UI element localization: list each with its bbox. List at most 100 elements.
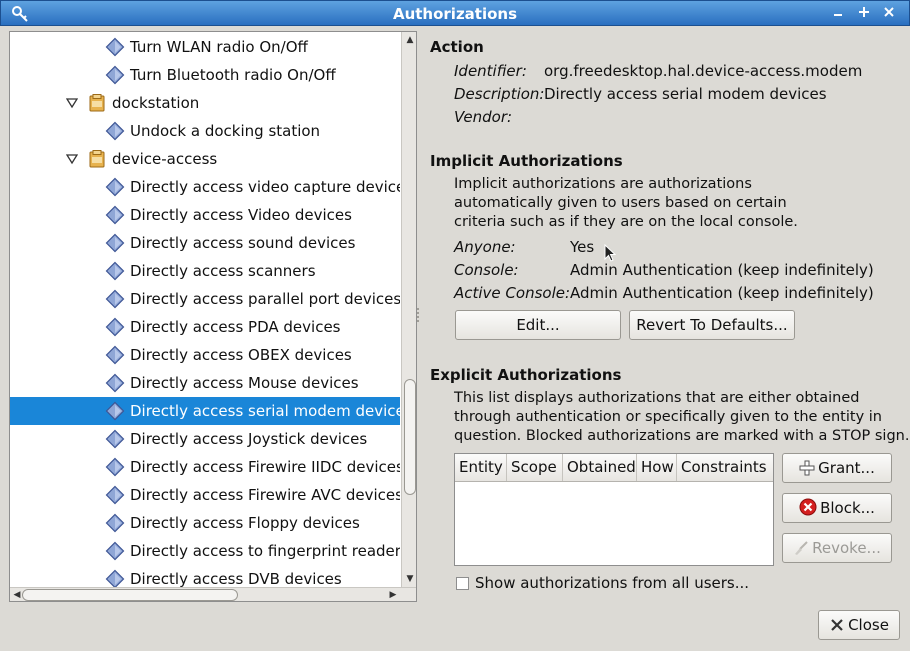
column-constraints[interactable]: Constraints xyxy=(677,454,773,481)
folder-icon xyxy=(89,94,105,112)
tree-action-row[interactable]: Directly access Mouse devices xyxy=(10,369,400,397)
explicit-heading: Explicit Authorizations xyxy=(430,366,622,384)
action-diamond-icon xyxy=(105,65,125,85)
block-button[interactable]: Block... xyxy=(782,493,892,523)
tree-action-row[interactable]: Directly access Firewire AVC devices xyxy=(10,481,400,509)
tree-action-row[interactable]: Directly access to fingerprint reader de… xyxy=(10,537,400,565)
tree-row-label: Directly access video capture devices xyxy=(130,178,400,196)
edit-button[interactable]: Edit... xyxy=(455,310,621,340)
tree-action-row[interactable]: Directly access video capture devices xyxy=(10,173,400,201)
active-console-value: Admin Authentication (keep indefinitely) xyxy=(570,284,874,302)
tree-row-label: Directly access Joystick devices xyxy=(130,430,368,448)
action-diamond-icon xyxy=(105,485,125,505)
action-diamond-icon xyxy=(105,373,125,393)
column-scope[interactable]: Scope xyxy=(507,454,563,481)
expander-triangle-icon[interactable] xyxy=(66,97,78,109)
tree-row-label: dockstation xyxy=(112,94,200,112)
scroll-down-icon[interactable]: ▼ xyxy=(404,573,416,585)
column-how[interactable]: How xyxy=(637,454,677,481)
tree-action-row[interactable]: Directly access sound devices xyxy=(10,229,400,257)
explicit-line: through authentication or specifically g… xyxy=(454,409,882,425)
minimize-button[interactable] xyxy=(827,4,849,24)
action-diamond-icon xyxy=(105,345,125,365)
maximize-icon xyxy=(859,7,869,17)
tree-action-row[interactable]: Directly access OBEX devices xyxy=(10,341,400,369)
revert-defaults-button[interactable]: Revert To Defaults... xyxy=(629,310,795,340)
description-key: Description: xyxy=(454,85,545,103)
close-window-button[interactable] xyxy=(878,4,900,24)
active-console-key: Active Console: xyxy=(454,284,571,302)
tree-row-label: Directly access Firewire AVC devices xyxy=(130,486,400,504)
tree-action-row[interactable]: Directly access Video devices xyxy=(10,201,400,229)
tree-action-row[interactable]: Directly access Firewire IIDC devices xyxy=(10,453,400,481)
tree-action-row[interactable]: Turn WLAN radio On/Off xyxy=(10,33,400,61)
scrollbar-thumb[interactable] xyxy=(22,589,238,601)
column-entity[interactable]: Entity xyxy=(455,454,507,481)
tree-row-label: Directly access OBEX devices xyxy=(130,346,352,364)
tree-row-label: Directly access Firewire IIDC devices xyxy=(130,458,400,476)
tree-action-row[interactable]: Directly access PDA devices xyxy=(10,313,400,341)
action-diamond-icon xyxy=(105,541,125,561)
show-all-users-label[interactable]: Show authorizations from all users... xyxy=(475,574,749,592)
scroll-up-icon[interactable]: ▲ xyxy=(404,34,416,46)
console-key: Console: xyxy=(454,261,519,279)
action-heading: Action xyxy=(430,38,484,56)
tree-vertical-scrollbar[interactable]: ▲ ▼ xyxy=(401,32,416,587)
mouse-pointer-icon xyxy=(604,244,616,262)
tree-group-row[interactable]: device-access xyxy=(10,145,400,173)
implicit-heading: Implicit Authorizations xyxy=(430,152,623,170)
folder-icon xyxy=(89,150,105,168)
close-icon xyxy=(884,7,894,17)
implicit-line: Implicit authorizations are authorizatio… xyxy=(454,176,752,192)
tree-action-row[interactable]: Directly access Floppy devices xyxy=(10,509,400,537)
close-button[interactable]: Close xyxy=(818,610,900,640)
close-button-label: Close xyxy=(848,616,889,634)
action-diamond-icon xyxy=(105,233,125,253)
tree-row-label: Turn Bluetooth radio On/Off xyxy=(130,66,336,84)
tree-row-label: Turn WLAN radio On/Off xyxy=(130,38,308,56)
action-diamond-icon xyxy=(105,261,125,281)
explicit-authorizations-table[interactable]: Entity Scope Obtained How Constraints xyxy=(454,453,774,566)
identifier-key: Identifier: xyxy=(454,62,527,80)
title-bar: Authorizations xyxy=(0,0,910,26)
tree-action-row[interactable]: Directly access scanners xyxy=(10,257,400,285)
maximize-button[interactable] xyxy=(853,4,875,24)
scrollbar-thumb[interactable] xyxy=(404,379,416,495)
column-obtained[interactable]: Obtained xyxy=(563,454,637,481)
tree-action-row[interactable]: Directly access DVB devices xyxy=(10,565,400,587)
window-title: Authorizations xyxy=(392,5,518,23)
tree-row-label: Undock a docking station xyxy=(130,122,321,140)
tree-row-label: device-access xyxy=(112,150,218,168)
tree-group-row[interactable]: dockstation xyxy=(10,89,400,117)
broom-icon xyxy=(795,541,808,555)
grant-button-label: Grant... xyxy=(818,459,875,477)
action-diamond-icon xyxy=(105,569,125,587)
scroll-right-icon[interactable]: ▶ xyxy=(387,589,399,601)
show-all-users-checkbox[interactable] xyxy=(456,577,469,590)
expander-triangle-icon[interactable] xyxy=(66,153,78,165)
tree-horizontal-scrollbar[interactable]: ◀ ▶ xyxy=(10,587,416,601)
tree-action-row[interactable]: Directly access serial modem devices xyxy=(10,397,400,425)
explicit-line: question. Blocked authorizations are mar… xyxy=(454,428,910,444)
revoke-button[interactable]: Revoke... xyxy=(782,533,892,563)
block-button-label: Block... xyxy=(820,499,875,517)
action-tree[interactable]: Turn WLAN radio On/Off Turn Bluetooth rad… xyxy=(9,31,417,602)
explicit-line: This list displays authorizations that a… xyxy=(454,390,860,406)
tree-row-label: Directly access scanners xyxy=(130,262,316,280)
description-value: Directly access serial modem devices xyxy=(544,85,827,103)
action-diamond-icon xyxy=(105,457,125,477)
action-diamond-icon xyxy=(105,37,125,57)
identifier-value: org.freedesktop.hal.device-access.modem xyxy=(544,62,863,80)
tree-action-row[interactable]: Turn Bluetooth radio On/Off xyxy=(10,61,400,89)
grant-button[interactable]: Grant... xyxy=(782,453,892,483)
tree-action-row[interactable]: Directly access Joystick devices xyxy=(10,425,400,453)
tree-action-row[interactable]: Undock a docking station xyxy=(10,117,400,145)
edit-button-label: Edit... xyxy=(516,316,560,334)
tree-action-row[interactable]: Directly access parallel port devices xyxy=(10,285,400,313)
revoke-button-label: Revoke... xyxy=(812,539,881,557)
table-header: Entity Scope Obtained How Constraints xyxy=(455,454,773,482)
pane-splitter[interactable] xyxy=(416,306,420,326)
tree-row-label: Directly access serial modem devices xyxy=(130,402,400,420)
minimize-icon xyxy=(834,14,842,16)
tree-row-label: Directly access parallel port devices xyxy=(130,290,400,308)
